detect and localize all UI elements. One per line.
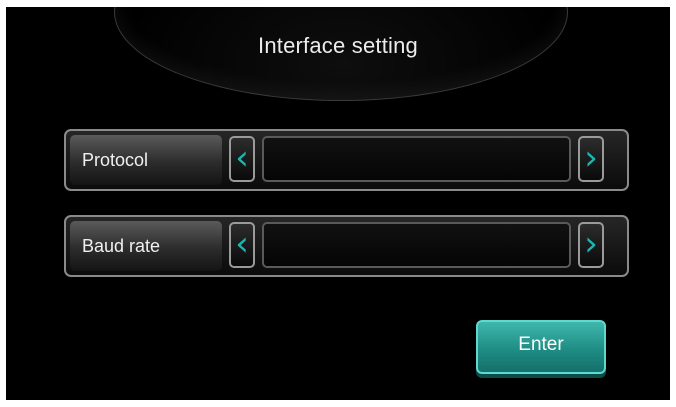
baud-rate-next-button[interactable]: ›	[578, 222, 604, 268]
baud-rate-setting-row: Baud rate ‹ ›	[64, 215, 629, 277]
protocol-setting-row: Protocol ‹ ›	[64, 129, 629, 191]
baud-rate-prev-button[interactable]: ‹	[229, 222, 255, 268]
page-title: Interface setting	[258, 33, 418, 58]
enter-button[interactable]: Enter	[476, 320, 606, 374]
protocol-prev-button[interactable]: ‹	[229, 136, 255, 182]
protocol-next-button[interactable]: ›	[578, 136, 604, 182]
protocol-value-field	[262, 136, 571, 182]
chevron-right-icon: ›	[584, 138, 598, 178]
chevron-right-icon: ›	[584, 224, 598, 264]
protocol-label: Protocol	[70, 135, 222, 185]
baud-rate-label: Baud rate	[70, 221, 222, 271]
chevron-left-icon: ‹	[235, 224, 249, 264]
interface-setting-screen: Interface setting Protocol ‹ › Baud rate…	[6, 7, 670, 400]
chevron-left-icon: ‹	[235, 138, 249, 178]
baud-rate-value-field	[262, 222, 571, 268]
